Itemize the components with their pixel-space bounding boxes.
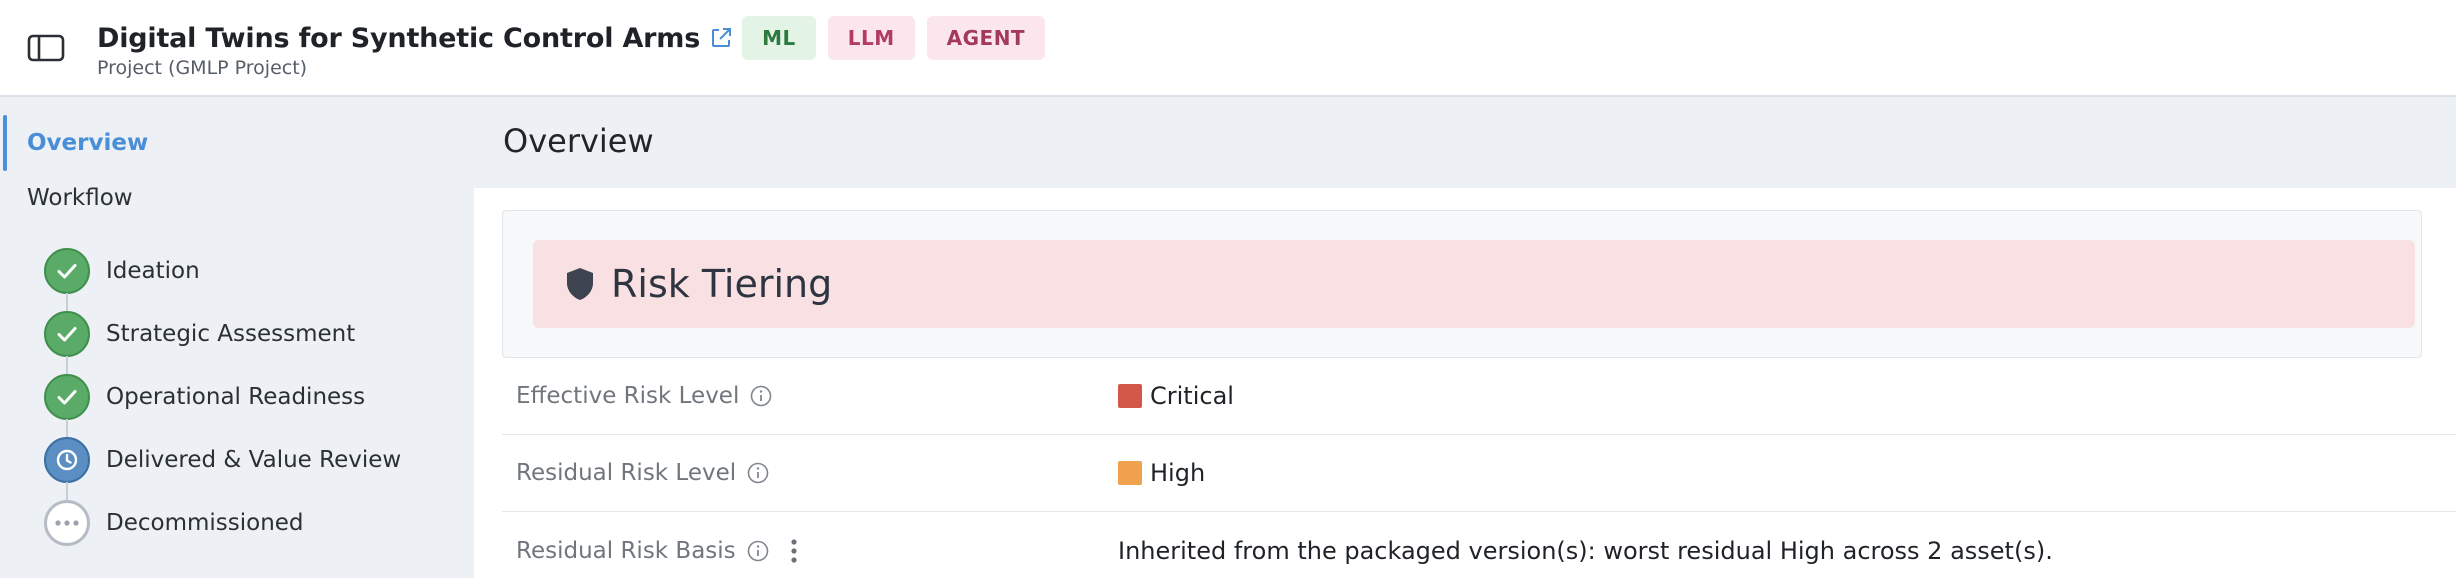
top-header: Digital Twins for Synthetic Control Arms… (0, 0, 2456, 97)
external-link-icon[interactable] (708, 25, 734, 51)
workflow-step-strategic-assessment[interactable]: Strategic Assessment (44, 302, 401, 374)
sidebar-item-label: Overview (27, 130, 149, 156)
check-icon (44, 247, 90, 294)
check-icon (44, 373, 90, 420)
detail-row-residual-risk: Residual Risk Level High (502, 435, 2456, 512)
sidebar-toggle-icon[interactable] (22, 28, 70, 68)
sidebar: Overview Workflow Ideation Strategic Ass… (0, 99, 472, 578)
check-icon (44, 310, 90, 357)
overview-panel: Risk Tiering Effective Risk Level Critic… (474, 188, 2456, 578)
project-subtitle: Project (GMLP Project) (97, 57, 308, 79)
row-label: Residual Risk Basis (516, 537, 736, 564)
workflow-steps: Ideation Strategic Assessment Operationa… (44, 239, 401, 554)
active-indicator (3, 115, 7, 171)
tag-llm: LLM (827, 16, 915, 60)
info-icon[interactable] (749, 384, 773, 408)
risk-tiering-card: Risk Tiering (502, 210, 2422, 358)
page-title: Overview (503, 122, 654, 160)
shield-icon (565, 267, 595, 301)
step-label: Ideation (106, 257, 200, 284)
detail-row-residual-basis: Residual Risk Basis Inherited from the p… (502, 512, 2456, 578)
critical-swatch (1118, 384, 1142, 408)
risk-tiering-banner: Risk Tiering (533, 240, 2415, 328)
row-value: High (1150, 459, 1206, 487)
sidebar-item-overview[interactable]: Overview (0, 115, 460, 171)
workflow-step-operational-readiness[interactable]: Operational Readiness (44, 365, 401, 437)
more-options-icon[interactable] (788, 536, 800, 566)
section-title: Risk Tiering (611, 262, 833, 306)
info-icon[interactable] (746, 539, 770, 563)
workflow-step-ideation[interactable]: Ideation (44, 239, 401, 311)
row-value: Inherited from the packaged version(s): … (1118, 536, 2053, 565)
detail-row-effective-risk: Effective Risk Level Critical (502, 358, 2456, 435)
info-icon[interactable] (746, 461, 770, 485)
workflow-step-delivered-value-review[interactable]: Delivered & Value Review (44, 428, 402, 500)
risk-details: Effective Risk Level Critical Residual R… (502, 358, 2456, 578)
high-swatch (1118, 461, 1142, 485)
tag-agent: AGENT (926, 16, 1046, 60)
sidebar-item-workflow[interactable]: Workflow (27, 185, 133, 211)
clock-icon (44, 436, 90, 483)
row-label: Residual Risk Level (516, 460, 737, 486)
step-label: Decommissioned (106, 509, 304, 536)
workflow-step-decommissioned[interactable]: Decommissioned (44, 491, 401, 554)
row-label: Effective Risk Level (516, 383, 740, 409)
step-label: Strategic Assessment (106, 320, 356, 347)
project-title: Digital Twins for Synthetic Control Arms (97, 22, 701, 54)
step-label: Delivered & Value Review (106, 446, 402, 473)
tag-ml: ML (742, 16, 816, 60)
ellipsis-icon (44, 499, 90, 546)
step-label: Operational Readiness (106, 383, 366, 410)
row-value: Critical (1150, 382, 1234, 410)
